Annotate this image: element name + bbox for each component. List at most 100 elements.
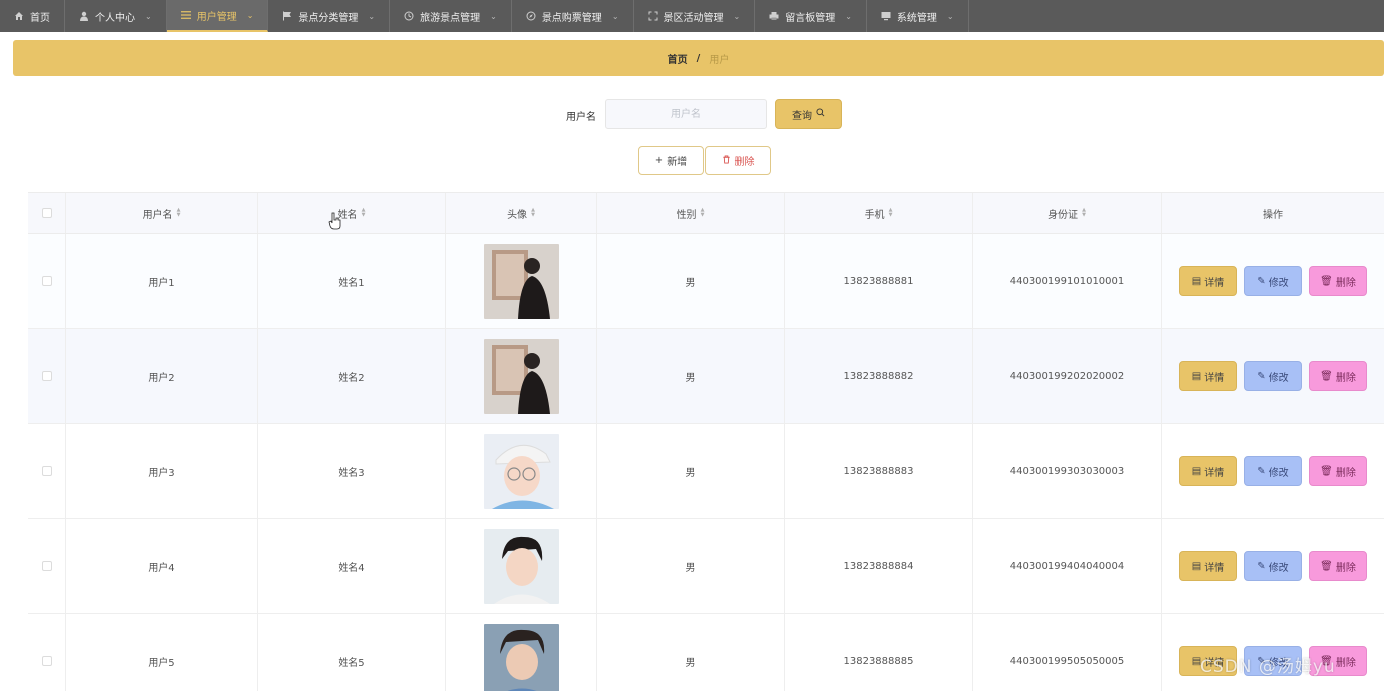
nav-item-label: 首页: [30, 12, 50, 24]
chevron-down-icon: ⌄: [490, 11, 497, 21]
sort-icon[interactable]: ▲ ▼: [362, 208, 366, 218]
table-row: 用户3 姓名3 男 13823888883 440300199303030003…: [28, 424, 1384, 519]
username-cell: 用户1: [66, 234, 258, 328]
add-button[interactable]: + 新增: [638, 146, 704, 175]
sort-icon[interactable]: ▲ ▼: [177, 208, 181, 218]
avatar-cell: [446, 424, 597, 518]
chevron-down-icon: ⌄: [733, 11, 741, 21]
nav-item-home[interactable]: 首页: [0, 0, 65, 32]
nav-item-user-management[interactable]: 用户管理 ⌄: [166, 0, 269, 32]
table-row: 用户4 姓名4 男 13823888884 440300199404040004…: [28, 519, 1384, 614]
nav-item-personal-center[interactable]: 个人中心 ⌄: [65, 0, 167, 32]
delete-button[interactable]: 🗑 删除: [1309, 456, 1367, 486]
column-header-gender[interactable]: 性别 ▲ ▼: [597, 193, 785, 233]
sort-icon[interactable]: ▲ ▼: [889, 208, 893, 218]
nav-item-category-management[interactable]: 景点分类管理 ⌄: [268, 0, 391, 32]
nav-item-label: 留言板管理: [785, 12, 836, 24]
top-nav: 首页 个人中心 ⌄ 用户管理 ⌄ 景点分类管理 ⌄ 旅游景点管理 ⌄ 景点购票管…: [0, 0, 1384, 32]
row-checkbox[interactable]: [41, 371, 52, 381]
clock-icon: [404, 11, 414, 21]
detail-label: 详情: [1204, 562, 1225, 574]
avatar[interactable]: [483, 623, 559, 691]
column-header-label: 操作: [1263, 209, 1283, 221]
avatar[interactable]: [483, 528, 559, 604]
breadcrumb-home[interactable]: 首页: [668, 51, 688, 66]
phone-cell: 13823888882: [785, 329, 973, 423]
name-cell: 姓名2: [258, 329, 446, 423]
row-checkbox[interactable]: [41, 561, 52, 571]
sort-icon[interactable]: ▲ ▼: [1082, 208, 1086, 218]
hand-cursor-icon: [328, 212, 341, 230]
nav-item-label: 景点购票管理: [541, 12, 602, 24]
avatar[interactable]: [483, 338, 559, 414]
phone-cell: 13823888883: [785, 424, 973, 518]
nav-item-label: 用户管理: [196, 11, 237, 23]
nav-item-label: 景区活动管理: [663, 12, 724, 24]
fullscreen-icon: [648, 11, 658, 21]
detail-label: 详情: [1204, 277, 1225, 289]
nav-item-label: 旅游景点管理: [420, 12, 481, 24]
row-checkbox[interactable]: [41, 276, 52, 286]
trash-icon: 🗑: [1320, 465, 1333, 477]
detail-button[interactable]: ▤ 详情: [1179, 456, 1237, 486]
nav-item-scenic-management[interactable]: 旅游景点管理 ⌄: [390, 0, 512, 32]
select-all-checkbox[interactable]: [41, 208, 52, 218]
avatar[interactable]: [483, 243, 559, 319]
chevron-down-icon: ⌄: [145, 11, 152, 21]
name-cell: 姓名3: [258, 424, 446, 518]
column-header-avatar[interactable]: 头像 ▲ ▼: [446, 193, 597, 233]
avatar[interactable]: [483, 433, 559, 509]
table-row: 用户5 姓名5 男 13823888885 440300199505050005…: [28, 614, 1384, 691]
flag-icon: [282, 11, 292, 21]
sort-icon[interactable]: ▲ ▼: [701, 208, 705, 218]
trash-icon: 🗑: [1320, 370, 1333, 382]
detail-button[interactable]: ▤ 详情: [1179, 266, 1237, 296]
avatar-cell: [446, 329, 597, 423]
username-cell: 用户5: [66, 614, 258, 691]
document-icon: ▤: [1191, 560, 1202, 572]
batch-delete-button[interactable]: 删除: [705, 146, 771, 175]
column-header-name[interactable]: 姓名 ▲ ▼: [258, 193, 446, 233]
column-header-actions: 操作: [1162, 193, 1384, 233]
nav-item-label: 系统管理: [896, 12, 937, 24]
avatar-cell: [446, 519, 597, 613]
username-search-input[interactable]: [605, 99, 767, 129]
name-cell: 姓名1: [258, 234, 446, 328]
edit-button[interactable]: ✎ 修改: [1244, 266, 1302, 296]
sort-icon[interactable]: ▲ ▼: [531, 208, 535, 218]
row-checkbox[interactable]: [41, 466, 52, 476]
column-header-id-card[interactable]: 身份证 ▲ ▼: [973, 193, 1162, 233]
edit-button[interactable]: ✎ 修改: [1244, 361, 1302, 391]
breadcrumb-current: 用户: [709, 54, 730, 66]
search-icon: [816, 108, 825, 120]
row-checkbox[interactable]: [41, 656, 52, 666]
pencil-icon: ✎: [1257, 275, 1266, 287]
gender-cell: 男: [597, 424, 785, 518]
nav-item-message-board[interactable]: 留言板管理 ⌄: [755, 0, 867, 32]
id-card-cell: 440300199404040004: [973, 519, 1162, 613]
column-header-username[interactable]: 用户名 ▲ ▼: [66, 193, 258, 233]
detail-button[interactable]: ▤ 详情: [1179, 361, 1237, 391]
avatar-cell: [446, 234, 597, 328]
id-card-cell: 440300199101010001: [973, 234, 1162, 328]
delete-button[interactable]: 🗑 删除: [1309, 551, 1367, 581]
nav-item-ticket-management[interactable]: 景点购票管理 ⌄: [512, 0, 634, 32]
detail-label: 详情: [1204, 372, 1225, 384]
edit-button[interactable]: ✎ 修改: [1244, 551, 1302, 581]
batch-delete-label: 删除: [734, 157, 755, 168]
search-button[interactable]: 查询: [775, 99, 842, 129]
nav-item-system-management[interactable]: 系统管理 ⌄: [867, 0, 969, 32]
column-header-phone[interactable]: 手机 ▲ ▼: [785, 193, 973, 233]
phone-cell: 13823888884: [785, 519, 973, 613]
nav-item-activity-management[interactable]: 景区活动管理 ⌄: [634, 0, 756, 32]
edit-button[interactable]: ✎ 修改: [1244, 456, 1302, 486]
nav-item-label: 景点分类管理: [298, 12, 359, 24]
select-all-cell: [28, 193, 66, 233]
edit-label: 修改: [1268, 467, 1289, 479]
actions-cell: ▤ 详情 ✎ 修改 🗑 删除: [1162, 519, 1384, 613]
printer-icon: [769, 11, 779, 21]
delete-button[interactable]: 🗑 删除: [1309, 361, 1367, 391]
detail-button[interactable]: ▤ 详情: [1179, 551, 1237, 581]
monitor-icon: [881, 11, 891, 21]
delete-button[interactable]: 🗑 删除: [1309, 266, 1367, 296]
